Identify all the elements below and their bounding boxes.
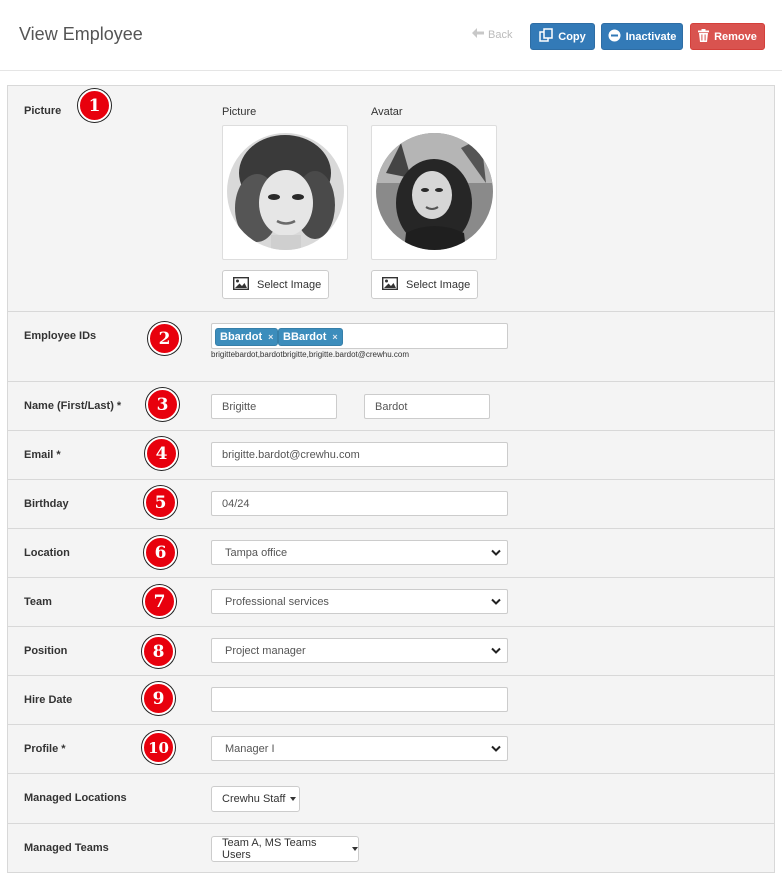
name-label: Name (First/Last) *: [24, 400, 122, 412]
picture-select-image-button[interactable]: Select Image: [222, 270, 329, 299]
managed-teams-row: Managed Teams Team A, MS Teams Users: [8, 824, 774, 874]
location-row: Location 6 Tampa office: [8, 529, 774, 578]
trash-icon: [698, 28, 710, 45]
annotation-badge-4: 4: [145, 437, 178, 470]
location-select-value: Tampa office: [225, 546, 288, 559]
annotation-badge-2: 2: [148, 322, 181, 355]
position-label: Position: [24, 645, 68, 657]
select-image-label: Select Image: [406, 278, 471, 291]
inactivate-button[interactable]: Inactivate: [601, 23, 683, 50]
tag-remove-icon[interactable]: ×: [332, 332, 337, 342]
avatar-photo: [376, 133, 493, 250]
hire-date-label: Hire Date: [24, 694, 73, 706]
page-header: View Employee Back Copy Inactivate Remov…: [0, 0, 782, 71]
managed-teams-value: Team A, MS Teams Users: [222, 837, 317, 861]
annotation-badge-7: 7: [143, 585, 176, 618]
picture-row: Picture 1 Picture Select Image Avatar Se…: [8, 86, 774, 312]
hire-date-input[interactable]: [211, 687, 508, 712]
employee-form: Picture 1 Picture Select Image Avatar Se…: [7, 85, 775, 873]
annotation-badge-5: 5: [144, 486, 177, 519]
employee-id-tag-text: BBardot: [283, 331, 327, 343]
employee-ids-tag-input[interactable]: Bbardot × BBardot ×: [211, 323, 508, 349]
annotation-badge-9: 9: [142, 682, 175, 715]
page-title: View Employee: [19, 24, 143, 44]
profile-row: Profile * 10 Manager I: [8, 725, 774, 774]
tag-remove-icon[interactable]: ×: [268, 332, 273, 342]
team-label: Team: [24, 596, 52, 608]
name-row: Name (First/Last) * 3 Brigitte Bardot: [8, 382, 774, 431]
team-row: Team 7 Professional services: [8, 578, 774, 627]
managed-teams-label: Managed Teams: [24, 842, 109, 854]
arrow-left-icon: [472, 28, 484, 41]
team-select-value: Professional services: [225, 595, 329, 608]
avatar-column-title: Avatar: [371, 106, 403, 118]
employee-ids-label: Employee IDs: [24, 330, 97, 342]
chevron-down-icon: [491, 597, 501, 609]
remove-label: Remove: [714, 30, 757, 43]
caret-down-icon: [352, 847, 358, 851]
profile-select-value: Manager I: [225, 742, 275, 755]
picture-preview-box: [222, 125, 348, 260]
picture-column-title: Picture: [222, 106, 257, 118]
position-select[interactable]: Project manager: [211, 638, 508, 663]
chevron-down-icon: [491, 744, 501, 756]
avatar-select-image-button[interactable]: Select Image: [371, 270, 478, 299]
employee-id-tag-text: Bbardot: [220, 331, 263, 343]
profile-select[interactable]: Manager I: [211, 736, 508, 761]
select-image-label: Select Image: [257, 278, 322, 291]
annotation-badge-3: 3: [146, 388, 179, 421]
picture-label: Picture: [24, 105, 62, 117]
back-label: Back: [488, 28, 513, 41]
team-select[interactable]: Professional services: [211, 589, 508, 614]
managed-locations-dropdown[interactable]: Crewhu Staff: [211, 786, 300, 812]
caret-down-icon: [290, 797, 297, 801]
minus-circle-icon: [608, 29, 621, 45]
employee-id-tag: Bbardot ×: [215, 328, 279, 346]
location-label: Location: [24, 547, 70, 559]
first-name-input[interactable]: Brigitte: [211, 394, 337, 419]
back-button[interactable]: Back: [472, 28, 512, 41]
birthday-row: Birthday 5 04/24: [8, 480, 774, 529]
managed-teams-dropdown[interactable]: Team A, MS Teams Users: [211, 836, 359, 862]
remove-button[interactable]: Remove: [690, 23, 765, 50]
managed-locations-label: Managed Locations: [24, 792, 127, 804]
birthday-label: Birthday: [24, 498, 69, 510]
position-row: Position 8 Project manager: [8, 627, 774, 676]
profile-label: Profile *: [24, 743, 66, 755]
annotation-badge-6: 6: [144, 536, 177, 569]
chevron-down-icon: [491, 548, 501, 560]
copy-icon: [539, 28, 553, 45]
email-row: Email * 4 brigitte.bardot@crewhu.com: [8, 431, 774, 480]
copy-label: Copy: [558, 30, 586, 43]
avatar-preview-box: [371, 125, 497, 260]
location-select[interactable]: Tampa office: [211, 540, 508, 565]
image-icon: [381, 276, 399, 293]
managed-locations-value: Crewhu Staff: [222, 793, 286, 805]
image-icon: [232, 276, 250, 293]
email-label: Email *: [24, 449, 61, 461]
chevron-down-icon: [491, 646, 501, 658]
email-input[interactable]: brigitte.bardot@crewhu.com: [211, 442, 508, 467]
annotation-badge-1: 1: [78, 89, 111, 122]
employee-ids-row: Employee IDs 2 Bbardot × BBardot × brigi…: [8, 312, 774, 382]
managed-locations-row: Managed Locations Crewhu Staff: [8, 774, 774, 824]
last-name-input[interactable]: Bardot: [364, 394, 490, 419]
inactivate-label: Inactivate: [625, 30, 677, 43]
annotation-badge-10: 10: [142, 731, 175, 764]
picture-photo: [227, 133, 344, 250]
hire-date-row: Hire Date 9: [8, 676, 774, 725]
birthday-input[interactable]: 04/24: [211, 491, 508, 516]
position-select-value: Project manager: [225, 644, 306, 657]
copy-button[interactable]: Copy: [530, 23, 595, 50]
annotation-badge-8: 8: [142, 635, 175, 668]
employee-ids-helper-text: brigittebardot,bardotbrigitte,brigitte.b…: [211, 350, 409, 359]
employee-id-tag: BBardot ×: [278, 328, 343, 346]
